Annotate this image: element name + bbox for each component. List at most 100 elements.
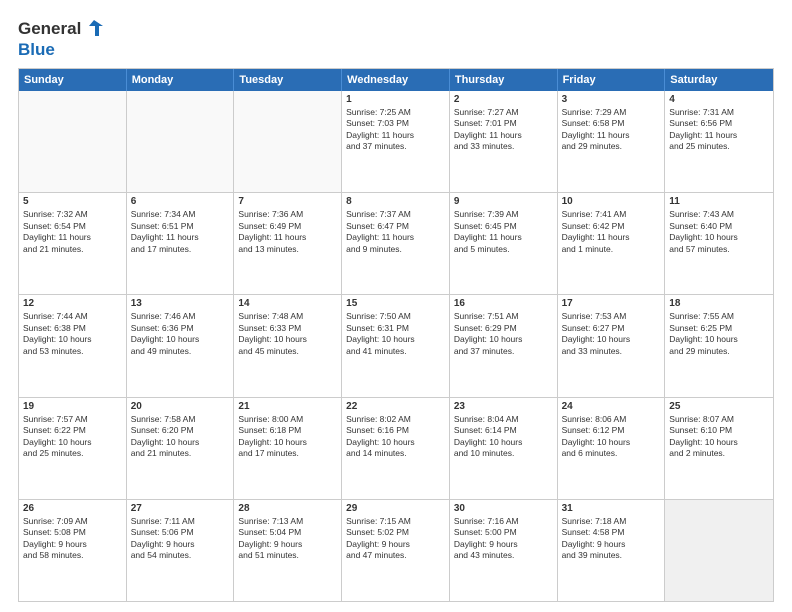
calendar-row-2: 12Sunrise: 7:44 AMSunset: 6:38 PMDayligh… — [19, 294, 773, 396]
day-info-line: and 10 minutes. — [454, 448, 553, 459]
calendar-body: 1Sunrise: 7:25 AMSunset: 7:03 PMDaylight… — [19, 91, 773, 601]
day-info-line: Sunrise: 8:02 AM — [346, 414, 445, 425]
day-number: 28 — [238, 503, 337, 514]
day-info-line: Sunset: 6:42 PM — [562, 221, 661, 232]
day-info-line: Daylight: 10 hours — [238, 334, 337, 345]
calendar-row-1: 5 Sunrise: 7:32 AMSunset: 6:54 PM Daylight… — [19, 192, 773, 294]
page: General Blue SundayMondayTuesdayWednesda… — [0, 0, 792, 612]
day-info-line: Sunset: 5:02 PM — [346, 527, 445, 538]
day-cell-17: 17Sunrise: 7:53 AMSunset: 6:27 PMDayligh… — [558, 295, 666, 396]
day-number: 8 — [346, 196, 445, 207]
day-info-line: Sunrise: 7:46 AM — [131, 311, 230, 322]
day-info-line: Sunset: 6:33 PM — [238, 323, 337, 334]
day-info-line: Sunrise: 7:15 AM — [346, 516, 445, 527]
day-info-line: Sunrise: 7:48 AM — [238, 311, 337, 322]
day-info-line: and 17 minutes. — [238, 448, 337, 459]
day-info-line: and 14 minutes. — [346, 448, 445, 459]
day-info-line: Sunset: 6:49 PM — [238, 221, 337, 232]
empty-cell-r4c6 — [665, 500, 773, 601]
day-info-line: and 29 minutes. — [669, 346, 769, 357]
day-info-line: Daylight: 9 hours — [131, 539, 230, 550]
day-info-line: and 6 minutes. — [562, 448, 661, 459]
day-cell-31: 31Sunrise: 7:18 AMSunset: 4:58 PMDayligh… — [558, 500, 666, 601]
day-info-line: Sunrise: 7:39 AM — [454, 209, 553, 220]
day-info-line: Sunrise: 7:57 AM — [23, 414, 122, 425]
day-info-line: and 51 minutes. — [238, 550, 337, 561]
day-info-line: Sunrise: 7:58 AM — [131, 414, 230, 425]
day-info-line: Sunrise: 7:32 AM — [23, 209, 122, 220]
day-info-line: Sunrise: 7:36 AM — [238, 209, 337, 220]
day-info-line: Daylight: 9 hours — [562, 539, 661, 550]
day-info-line: Sunrise: 7:44 AM — [23, 311, 122, 322]
day-info-line: Sunset: 6:56 PM — [669, 118, 769, 129]
day-info-line: Sunset: 6:45 PM — [454, 221, 553, 232]
day-cell-8: 8Sunrise: 7:37 AMSunset: 6:47 PMDaylight… — [342, 193, 450, 294]
day-info-line: Daylight: 10 hours — [131, 334, 230, 345]
day-cell-15: 15Sunrise: 7:50 AMSunset: 6:31 PMDayligh… — [342, 295, 450, 396]
day-cell-14: 14Sunrise: 7:48 AMSunset: 6:33 PMDayligh… — [234, 295, 342, 396]
day-cell-9: 9Sunrise: 7:39 AMSunset: 6:45 PMDaylight… — [450, 193, 558, 294]
day-info-line: Sunrise: 7:50 AM — [346, 311, 445, 322]
day-cell-24: 24Sunrise: 8:06 AMSunset: 6:12 PMDayligh… — [558, 398, 666, 499]
day-number: 7 — [238, 196, 337, 207]
day-info-line: Sunset: 6:20 PM — [131, 425, 230, 436]
day-info-line: Daylight: 10 hours — [562, 334, 661, 345]
day-info-line: Daylight: 11 hours — [454, 232, 553, 243]
day-cell-1: 1Sunrise: 7:25 AMSunset: 7:03 PMDaylight… — [342, 91, 450, 192]
day-info-line: Sunset: 6:18 PM — [238, 425, 337, 436]
day-number: 6 — [131, 196, 230, 207]
day-info-line: Sunset: 5:00 PM — [454, 527, 553, 538]
day-number: 31 — [562, 503, 661, 514]
day-info-line: Sunset: 6:54 PM — [23, 221, 122, 232]
day-info-line: Sunrise: 7:29 AM — [562, 107, 661, 118]
day-cell-16: 16Sunrise: 7:51 AMSunset: 6:29 PMDayligh… — [450, 295, 558, 396]
day-info-line: Daylight: 9 hours — [346, 539, 445, 550]
day-info-line: and 49 minutes. — [131, 346, 230, 357]
day-number: 10 — [562, 196, 661, 207]
day-info-line: Sunrise: 7:11 AM — [131, 516, 230, 527]
day-number: 18 — [669, 298, 769, 309]
day-info-line: Daylight: 9 hours — [238, 539, 337, 550]
empty-cell-r0c2 — [234, 91, 342, 192]
day-cell-2: 2Sunrise: 7:27 AMSunset: 7:01 PMDaylight… — [450, 91, 558, 192]
day-info-line: Daylight: 11 hours — [562, 130, 661, 141]
day-info-line: Sunrise: 8:07 AM — [669, 414, 769, 425]
day-info-line: Daylight: 10 hours — [454, 437, 553, 448]
day-info-line: Sunset: 6:10 PM — [669, 425, 769, 436]
day-info-line: and 5 minutes. — [454, 244, 553, 255]
day-info-line: Sunset: 6:12 PM — [562, 425, 661, 436]
day-cell-5: 5Sunrise: 7:32 AMSunset: 6:54 PMDaylight… — [19, 193, 127, 294]
header: General Blue — [18, 18, 774, 60]
day-info-line: and 41 minutes. — [346, 346, 445, 357]
weekday-header-sunday: Sunday — [19, 69, 127, 91]
day-info-line: Sunset: 6:29 PM — [454, 323, 553, 334]
weekday-header-monday: Monday — [127, 69, 235, 91]
day-info-line: and 9 minutes. — [346, 244, 445, 255]
day-info-line: Sunrise: 7:16 AM — [454, 516, 553, 527]
day-info-line: Daylight: 10 hours — [238, 437, 337, 448]
day-info-line: Sunrise: 7:13 AM — [238, 516, 337, 527]
day-info-line: Sunset: 6:58 PM — [562, 118, 661, 129]
day-number: 26 — [23, 503, 122, 514]
day-info-line: Daylight: 10 hours — [562, 437, 661, 448]
calendar-header: SundayMondayTuesdayWednesdayThursdayFrid… — [19, 69, 773, 91]
day-cell-18: 18Sunrise: 7:55 AMSunset: 6:25 PMDayligh… — [665, 295, 773, 396]
calendar-row-4: 26Sunrise: 7:09 AMSunset: 5:08 PMDayligh… — [19, 499, 773, 601]
day-info-line: and 33 minutes. — [562, 346, 661, 357]
day-number: 30 — [454, 503, 553, 514]
day-info-line: and 39 minutes. — [562, 550, 661, 561]
day-info-line: Sunset: 6:36 PM — [131, 323, 230, 334]
day-info-line: Daylight: 10 hours — [346, 437, 445, 448]
logo: General Blue — [18, 18, 105, 60]
day-info-line: Sunset: 6:16 PM — [346, 425, 445, 436]
day-info-line: Sunset: 5:04 PM — [238, 527, 337, 538]
empty-cell-r0c0 — [19, 91, 127, 192]
day-info-line: and 54 minutes. — [131, 550, 230, 561]
day-info-line: and 45 minutes. — [238, 346, 337, 357]
logo-blue: Blue — [18, 40, 55, 59]
day-info-line: and 21 minutes. — [23, 244, 122, 255]
day-number: 5 — [23, 196, 122, 207]
day-info-line: and 57 minutes. — [669, 244, 769, 255]
day-info-line: and 29 minutes. — [562, 141, 661, 152]
weekday-header-friday: Friday — [558, 69, 666, 91]
